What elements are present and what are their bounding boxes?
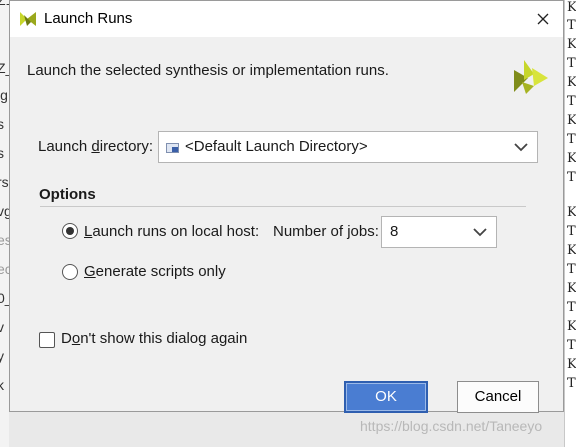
- section-divider: [40, 206, 526, 207]
- launch-runs-dialog: Launch Runs Launch the selected synthesi…: [9, 0, 564, 413]
- launch-directory-dropdown[interactable]: <Default Launch Directory>: [158, 131, 538, 163]
- bg-left-text: y: [0, 348, 4, 364]
- dialog-description: Launch the selected synthesis or impleme…: [27, 62, 389, 79]
- bg-left-text: rs: [0, 174, 9, 190]
- bg-left-text: vg: [0, 203, 9, 219]
- bg-right-text: T: [567, 94, 576, 109]
- ok-button[interactable]: OK: [344, 381, 428, 413]
- bg-right-text: T: [567, 338, 576, 353]
- bg-left-text: ig: [0, 87, 8, 103]
- label-text: irectory:: [99, 138, 154, 155]
- bg-right-text: T: [567, 300, 576, 315]
- bg-right-text: K: [567, 37, 576, 52]
- bg-left-text: k: [0, 377, 4, 393]
- bg-right-text: T: [567, 224, 576, 239]
- label-text: Launch: [38, 138, 92, 155]
- close-button[interactable]: [530, 6, 556, 32]
- bg-right-text: K: [567, 151, 576, 166]
- bg-right-text: K: [567, 75, 576, 90]
- launch-directory-label: Launch directory:: [38, 138, 153, 155]
- label-text: obs:: [350, 223, 379, 240]
- generate-scripts-label[interactable]: Generate scripts only: [84, 263, 226, 280]
- chevron-down-icon: [473, 228, 487, 237]
- bg-right-text: K: [567, 243, 576, 258]
- local-host-label[interactable]: Launch runs on local host:: [84, 223, 259, 240]
- bg-left-text: v: [0, 319, 4, 335]
- bg-right-text: T: [567, 56, 576, 71]
- chevron-down-icon: [514, 143, 528, 152]
- bg-left-text: ec: [0, 261, 9, 277]
- label-text: Number of: [273, 223, 348, 240]
- bg-right-text: K: [567, 113, 576, 128]
- cancel-button[interactable]: Cancel: [457, 381, 539, 413]
- bg-right-text: K: [567, 281, 576, 296]
- bg-right-text: K: [567, 319, 576, 334]
- launch-directory-value: <Default Launch Directory>: [185, 138, 368, 155]
- bg-left-text: Z_: [0, 60, 9, 76]
- vivado-logo-icon: [514, 60, 548, 94]
- dialog-title: Launch Runs: [44, 10, 133, 27]
- generate-scripts-radio[interactable]: [62, 264, 78, 280]
- bg-right-text: T: [567, 18, 576, 33]
- bg-left-text: s: [0, 145, 4, 161]
- background-right-panel: K T K T K T K T K T K T K T K T K T K T: [564, 0, 576, 447]
- local-host-radio[interactable]: [62, 223, 78, 239]
- watermark-text: https://blog.csdn.net/Taneeyo: [360, 418, 543, 434]
- bg-right-text: K: [567, 0, 576, 15]
- label-mnemonic: o: [71, 330, 81, 347]
- number-of-jobs-value: 8: [390, 223, 399, 240]
- title-bar[interactable]: Launch Runs: [10, 1, 563, 37]
- label-text: n't show this dialog again: [80, 330, 248, 347]
- number-of-jobs-dropdown[interactable]: 8: [381, 216, 497, 248]
- label-text: D: [61, 330, 72, 347]
- folder-icon: [166, 143, 179, 153]
- bg-left-text: Z1: [0, 0, 9, 8]
- label-mnemonic: G: [84, 263, 96, 280]
- dont-show-again-checkbox[interactable]: [39, 332, 55, 348]
- vivado-logo-icon: [20, 12, 36, 26]
- dont-show-again-label[interactable]: Don't show this dialog again: [61, 330, 247, 347]
- close-icon: [537, 13, 549, 25]
- bg-left-text: 0_: [0, 290, 9, 306]
- bg-left-text: es: [0, 232, 9, 248]
- bg-right-text: T: [567, 132, 576, 147]
- bg-left-text: s: [0, 116, 4, 132]
- bg-right-text: T: [567, 376, 576, 391]
- label-text: aunch runs on local host:: [92, 223, 260, 240]
- number-of-jobs-label: Number of jobs:: [273, 223, 379, 240]
- bg-right-text: T: [567, 170, 576, 185]
- label-mnemonic: d: [91, 138, 100, 155]
- background-left-panel: Z1 Z_ ig s s rs vg es ec 0_ v y k: [0, 0, 9, 447]
- options-heading: Options: [39, 186, 96, 203]
- bg-right-text: T: [567, 262, 576, 277]
- bg-right-text: K: [567, 357, 576, 372]
- label-text: enerate scripts only: [95, 263, 226, 280]
- bg-right-text: K: [567, 205, 576, 220]
